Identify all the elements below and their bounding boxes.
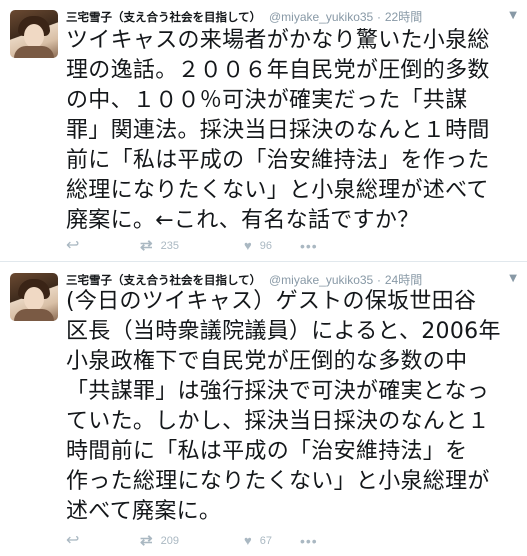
tweet[interactable]: 三宅雪子（支え合う社会を目指して） @miyake_yukiko35 · 22時… bbox=[0, 0, 527, 262]
tweet-text-line: 作った総理になりたくない」と小泉総理が bbox=[66, 469, 490, 494]
tweet-text-line: 「共謀罪」は強行採決で可決が確実となっ bbox=[66, 379, 490, 404]
timestamp[interactable]: 24時間 bbox=[385, 273, 422, 287]
author-handle[interactable]: @miyake_yukiko35 bbox=[269, 10, 373, 24]
tweet-text: (今日のツイキャス）ゲストの保坂世田谷 区長（当時衆議院議員）によると、2006… bbox=[66, 287, 521, 527]
tweet-actions: ↩ ⇄ 235 ♥ 96 ••• bbox=[66, 236, 318, 256]
separator: · bbox=[377, 10, 382, 24]
more-icon: ••• bbox=[300, 533, 318, 549]
avatar[interactable] bbox=[10, 273, 58, 321]
reply-button[interactable]: ↩ bbox=[66, 237, 140, 254]
retweet-button[interactable]: ⇄ 209 bbox=[140, 532, 244, 549]
tweet-text-line: 廃案に。←これ、有名な話ですか？ bbox=[66, 208, 420, 233]
tweet-text-line: 理の逸話。２００６年自民党が圧倒的多数 bbox=[66, 58, 490, 83]
retweet-button[interactable]: ⇄ 235 bbox=[140, 237, 244, 254]
tweet-text-line: の中、１００％可決が確実だった「共謀 bbox=[66, 88, 468, 113]
tweet-text-line: (今日のツイキャス）ゲストの保坂世田谷 bbox=[66, 289, 477, 314]
retweet-icon: ⇄ bbox=[140, 532, 153, 549]
heart-icon: ♥ bbox=[244, 238, 252, 253]
reply-button[interactable]: ↩ bbox=[66, 532, 140, 549]
tweet-text-line: ツイキャスの来場者がかなり驚いた小泉総 bbox=[66, 28, 490, 53]
like-count: 67 bbox=[259, 535, 272, 547]
tweet-text-line: 時間前に「私は平成の「治安維持法」を bbox=[66, 439, 468, 464]
separator: · bbox=[377, 273, 382, 287]
chevron-down-icon[interactable]: ▼ bbox=[509, 10, 517, 21]
retweet-count: 235 bbox=[160, 240, 179, 252]
more-icon: ••• bbox=[300, 238, 318, 254]
more-button[interactable]: ••• bbox=[300, 534, 318, 548]
heart-icon: ♥ bbox=[244, 533, 252, 548]
timestamp[interactable]: 22時間 bbox=[385, 10, 422, 24]
tweet-text-line: 罪」関連法。採決当日採決のなんと１時間 bbox=[66, 118, 490, 143]
tweet[interactable]: 三宅雪子（支え合う社会を目指して） @miyake_yukiko35 · 24時… bbox=[0, 263, 527, 556]
retweet-count: 209 bbox=[160, 535, 179, 547]
timeline: 三宅雪子（支え合う社会を目指して） @miyake_yukiko35 · 22時… bbox=[0, 0, 527, 556]
author-name[interactable]: 三宅雪子（支え合う社会を目指して） bbox=[66, 10, 261, 24]
tweet-header: 三宅雪子（支え合う社会を目指して） @miyake_yukiko35 · 22時… bbox=[66, 8, 422, 26]
avatar[interactable] bbox=[10, 10, 58, 58]
tweet-actions: ↩ ⇄ 209 ♥ 67 ••• bbox=[66, 531, 318, 551]
tweet-text-line: 小泉政権下で自民党が圧倒的な多数の中 bbox=[66, 349, 468, 374]
like-count: 96 bbox=[259, 240, 272, 252]
tweet-text-line: 区長（当時衆議院議員）によると、2006年 bbox=[66, 319, 501, 344]
like-button[interactable]: ♥ 96 bbox=[244, 239, 300, 253]
more-button[interactable]: ••• bbox=[300, 239, 318, 253]
tweet-text-line: ていた。しかし、採決当日採決のなんと１ bbox=[66, 409, 490, 434]
tweet-text-line: 述べて廃案に。 bbox=[66, 499, 222, 524]
tweet-text-line: 前に「私は平成の「治安維持法」を作った bbox=[66, 148, 490, 173]
author-name[interactable]: 三宅雪子（支え合う社会を目指して） bbox=[66, 273, 261, 287]
like-button[interactable]: ♥ 67 bbox=[244, 534, 300, 548]
tweet-text-line: 総理になりたくない」と小泉総理が述べて bbox=[66, 178, 489, 203]
author-handle[interactable]: @miyake_yukiko35 bbox=[269, 273, 373, 287]
reply-icon: ↩ bbox=[66, 237, 80, 254]
reply-icon: ↩ bbox=[66, 532, 80, 549]
tweet-text: ツイキャスの来場者がかなり驚いた小泉総 理の逸話。２００６年自民党が圧倒的多数 … bbox=[66, 26, 521, 236]
chevron-down-icon[interactable]: ▼ bbox=[509, 273, 517, 284]
retweet-icon: ⇄ bbox=[140, 237, 153, 254]
